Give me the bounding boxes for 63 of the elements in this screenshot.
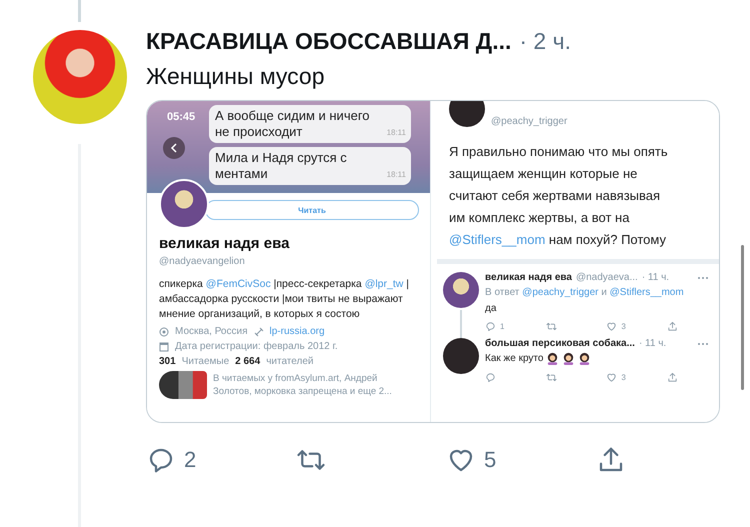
speech-bubble-icon[interactable] — [485, 321, 496, 332]
user-avatar-placeholder — [443, 272, 479, 308]
media-card[interactable] — [146, 100, 720, 423]
chat-bubble: Мила и Надя срутся с ментами 18:11 — [209, 147, 411, 185]
tweet-time: · 2 ч. — [519, 28, 571, 55]
like-count: 3 — [621, 322, 626, 331]
reply-text: да — [485, 303, 496, 314]
scrollbar[interactable] — [741, 245, 744, 390]
retweet-icon[interactable] — [546, 321, 557, 332]
join-date: Дата регистрации: февраль 2012 г. — [175, 341, 338, 352]
action-count: 2 — [184, 447, 196, 473]
author-name[interactable]: КРАСАВИЦА ОБОССАВШАЯ Д... — [146, 28, 512, 55]
profile-name: великая надя ева — [159, 235, 290, 252]
mention-link[interactable]: @Stiflers__mom — [610, 287, 684, 298]
more-icon[interactable] — [697, 342, 709, 346]
followed-by-text: В читаемых у fromAsylum.art, Андрей Золотов, морковка запрещена и еще 2... — [213, 372, 393, 398]
action-count: 5 — [484, 447, 496, 473]
message-time: 18:11 — [386, 127, 406, 139]
reply-count: 1 — [500, 322, 504, 331]
tweet-text: Женщины мусор — [146, 63, 326, 90]
followers-label[interactable]: читателей — [266, 356, 314, 367]
woman-emoji-icon — [562, 352, 576, 365]
reply-to-text: В ответ @peachy_trigger и @Stiflers__mom — [485, 286, 685, 300]
quoted-text: Я правильно понимаю что мы опять защищаем женщин которые не считают себя жертвами навязывая им комплекс жертвы, а вот на @Stiflers__mom нам похуй? Потому — [449, 143, 669, 249]
share-icon[interactable] — [666, 372, 678, 383]
following-count: 301 — [159, 356, 176, 367]
mention-link[interactable]: @lpr_tw — [364, 278, 404, 290]
reply-time: · 11 ч. — [638, 338, 666, 349]
speech-bubble-icon[interactable] — [485, 372, 496, 383]
profile-handle: @nadyaevangelion — [159, 256, 246, 267]
profile-bio: спикерка @FemCivSoc |пресс-секретарка @lpr_tw | амбассадорка русскости |мои твиты не выражают мнение организаций, в которых я состою — [159, 277, 410, 322]
woman-emoji-icon — [546, 352, 560, 365]
heart-icon[interactable] — [606, 321, 618, 332]
more-icon[interactable] — [697, 276, 709, 280]
user-avatar-placeholder — [449, 101, 485, 127]
reply-text: Как же круто — [485, 353, 544, 364]
chat-bubble: А вообще сидим и ничего не происходит 18:11 — [209, 105, 411, 143]
reply-handle: @nadyaeva... — [576, 272, 638, 283]
mention-link[interactable]: @peachy_trigger — [522, 287, 598, 298]
woman-emoji-icon — [578, 352, 592, 365]
chevron-left-icon — [170, 143, 178, 153]
calendar-icon — [159, 342, 169, 352]
quoted-handle: @peachy_trigger — [491, 116, 568, 127]
mention-link[interactable]: @Stiflers__mom — [449, 232, 546, 247]
reply-time: · 11 ч. — [642, 272, 670, 283]
location-pin-icon — [159, 326, 169, 336]
message-time: 18:11 — [386, 169, 406, 181]
retweet-icon[interactable] — [546, 372, 557, 383]
like-count: 3 — [621, 373, 626, 382]
reply-author: большая персиковая собака... — [485, 338, 635, 349]
reply-author: великая надя ева — [485, 272, 572, 283]
status-time: 05:45 — [167, 111, 196, 123]
user-avatar-placeholder — [443, 338, 479, 374]
share-icon[interactable] — [666, 321, 678, 332]
heart-icon[interactable] — [606, 372, 618, 383]
follower-avatars-placeholder — [159, 371, 207, 399]
back-button[interactable] — [163, 137, 185, 159]
following-label[interactable]: Читаемые — [182, 356, 230, 367]
followers-count: 2 664 — [235, 356, 260, 367]
follow-button[interactable]: Читать — [205, 200, 419, 220]
website-link[interactable]: lp-russia.org — [270, 326, 325, 337]
mention-link[interactable]: @FemCivSoc — [206, 278, 271, 290]
profile-location: Москва, Россия — [175, 326, 248, 337]
